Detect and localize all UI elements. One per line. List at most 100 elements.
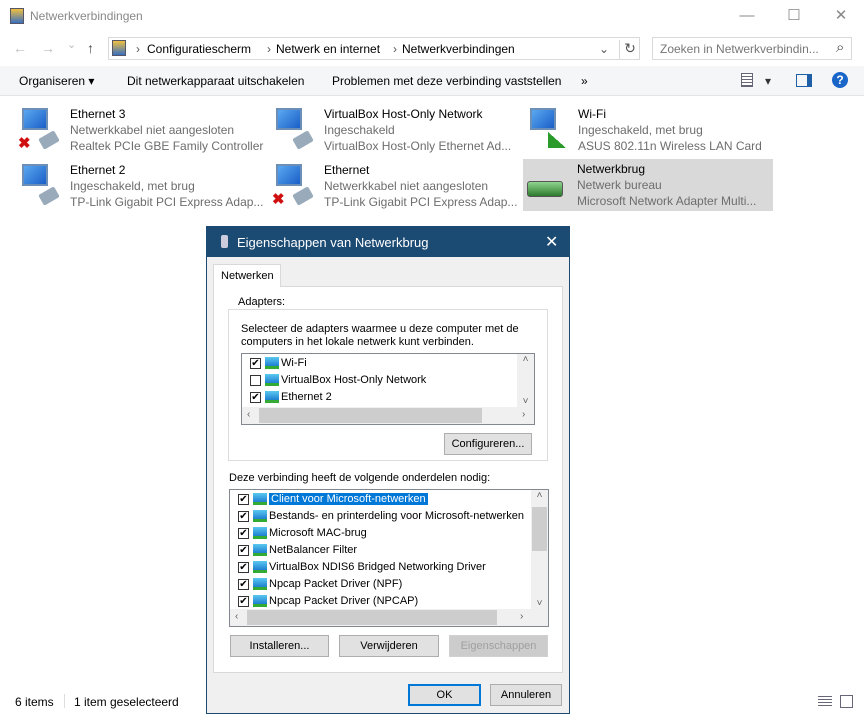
configure-button[interactable]: Configureren... bbox=[444, 433, 532, 455]
scroll-thumb[interactable] bbox=[259, 408, 482, 423]
ethernet-icon bbox=[272, 108, 314, 150]
scroll-down-button[interactable]: ˅ bbox=[517, 396, 534, 407]
connection-ethernet[interactable]: ✖ Ethernet Netwerkkabel niet aangesloten T… bbox=[270, 160, 520, 212]
component-item[interactable]: ✔ VirtualBox NDIS6 Bridged Networking Dri… bbox=[238, 559, 486, 575]
ethernet-disconnected-icon: ✖ bbox=[272, 164, 314, 208]
view-dropdown-button[interactable]: ▾ bbox=[765, 74, 771, 88]
scroll-down-button[interactable]: ˅ bbox=[531, 598, 548, 609]
component-item[interactable]: ✔ Npcap Packet Driver (NPCAP) bbox=[238, 593, 418, 609]
scroll-up-button[interactable]: ˄ bbox=[517, 354, 534, 365]
ethernet-icon bbox=[18, 164, 60, 206]
network-bridge-icon bbox=[221, 235, 228, 248]
refresh-button[interactable]: ↻ bbox=[619, 40, 640, 59]
adapter-item[interactable]: ✔ Ethernet 2 bbox=[250, 389, 332, 405]
component-checkbox[interactable]: ✔ bbox=[238, 493, 249, 505]
breadcrumb-netwerkverbindingen[interactable]: Netwerkverbindingen bbox=[402, 42, 515, 56]
organize-menu[interactable]: Organiseren ▾ bbox=[19, 74, 94, 88]
up-button[interactable]: ↑ bbox=[87, 40, 94, 56]
component-checkbox[interactable]: ✔ bbox=[238, 544, 249, 556]
properties-button[interactable]: Eigenschappen bbox=[449, 635, 548, 657]
scroll-left-button[interactable]: ‹ bbox=[235, 611, 238, 622]
breadcrumb-configuratiescherm[interactable]: Configuratiescherm bbox=[147, 42, 251, 56]
cancel-button[interactable]: Annuleren bbox=[490, 684, 562, 706]
scroll-left-button[interactable]: ‹ bbox=[247, 409, 250, 420]
scroll-up-button[interactable]: ˄ bbox=[531, 490, 548, 501]
component-item[interactable]: ✔ Npcap Packet Driver (NPF) bbox=[238, 576, 402, 592]
connection-status: Ingeschakeld, met brug bbox=[70, 179, 195, 193]
component-checkbox[interactable]: ✔ bbox=[238, 527, 249, 539]
adapter-item[interactable]: ✔ Wi-Fi bbox=[250, 355, 307, 371]
component-label: Microsoft MAC-brug bbox=[269, 527, 367, 539]
preview-pane-icon[interactable] bbox=[796, 74, 812, 87]
search-input[interactable]: Zoeken in Netwerkverbindin... ⌕ bbox=[652, 37, 852, 60]
minimize-button[interactable]: — bbox=[724, 2, 770, 30]
connection-status: Netwerk bureau bbox=[577, 178, 662, 192]
tab-netwerken[interactable]: Netwerken bbox=[213, 264, 281, 287]
connection-name: VirtualBox Host-Only Network bbox=[324, 107, 483, 121]
change-view-icon[interactable] bbox=[741, 73, 753, 87]
connection-status: Netwerkkabel niet aangesloten bbox=[70, 123, 235, 137]
selected-count: 1 item geselecteerd bbox=[74, 695, 179, 709]
search-icon: ⌕ bbox=[836, 39, 845, 56]
adapters-list[interactable]: ✔ Wi-Fi VirtualBox Host-Only Network ✔ Eth… bbox=[241, 353, 535, 425]
dialog-close-button[interactable]: ✕ bbox=[545, 232, 558, 252]
components-label: Deze verbinding heeft de volgende onderd… bbox=[229, 472, 491, 484]
maximize-button[interactable]: ☐ bbox=[771, 2, 817, 30]
adapter-checkbox[interactable]: ✔ bbox=[250, 391, 261, 403]
adapter-item[interactable]: VirtualBox Host-Only Network bbox=[250, 372, 426, 388]
connection-device: TP-Link Gigabit PCI Express Adap... bbox=[70, 195, 264, 209]
component-item[interactable]: ✔ Client voor Microsoft-netwerken bbox=[238, 491, 428, 507]
network-service-icon bbox=[253, 510, 267, 523]
component-item[interactable]: ✔ Microsoft MAC-brug bbox=[238, 525, 367, 541]
component-checkbox[interactable]: ✔ bbox=[238, 595, 249, 607]
connection-wifi[interactable]: Wi-Fi Ingeschakeld, met brug ASUS 802.11n … bbox=[524, 104, 774, 156]
component-item[interactable]: ✔ Bestands- en printerdeling voor Microso… bbox=[238, 508, 524, 524]
component-item[interactable]: ✔ NetBalancer Filter bbox=[238, 542, 357, 558]
horizontal-scrollbar[interactable]: ‹ › bbox=[242, 407, 534, 424]
breadcrumb-separator: › bbox=[267, 42, 271, 56]
component-checkbox[interactable]: ✔ bbox=[238, 561, 249, 573]
install-button[interactable]: Installeren... bbox=[230, 635, 329, 657]
disable-device-button[interactable]: Dit netwerkapparaat uitschakelen bbox=[127, 74, 304, 88]
connection-device: VirtualBox Host-Only Ethernet Ad... bbox=[324, 139, 512, 153]
component-label: Npcap Packet Driver (NPF) bbox=[269, 578, 403, 590]
connection-device: Realtek PCIe GBE Family Controller bbox=[70, 139, 264, 153]
forward-button[interactable]: → bbox=[41, 40, 55, 56]
breadcrumb-netwerk-internet[interactable]: Netwerk en internet bbox=[276, 42, 380, 56]
ok-button[interactable]: OK bbox=[408, 684, 481, 706]
component-checkbox[interactable]: ✔ bbox=[238, 510, 249, 522]
components-list[interactable]: ✔ Client voor Microsoft-netwerken ✔ Bestan… bbox=[229, 489, 549, 627]
adapter-checkbox[interactable] bbox=[250, 374, 261, 386]
connection-ethernet-3[interactable]: ✖ Ethernet 3 Netwerkkabel niet aangeslote… bbox=[16, 104, 266, 156]
connection-ethernet-2[interactable]: Ethernet 2 Ingeschakeld, met brug TP-Link … bbox=[16, 160, 266, 212]
vertical-scrollbar[interactable]: ˄ ˅ bbox=[517, 354, 534, 407]
component-label: Npcap Packet Driver (NPCAP) bbox=[269, 595, 419, 607]
close-button[interactable]: ✕ bbox=[818, 2, 864, 30]
back-button[interactable]: ← bbox=[13, 40, 27, 56]
horizontal-scrollbar[interactable]: ‹ › bbox=[230, 609, 548, 626]
address-bar[interactable]: › Configuratiescherm › Netwerk en intern… bbox=[108, 37, 640, 60]
search-placeholder: Zoeken in Netwerkverbindin... bbox=[660, 42, 819, 56]
scroll-right-button[interactable]: › bbox=[522, 409, 525, 420]
connection-netwerkbrug[interactable]: Netwerkbrug Netwerk bureau Microsoft Netwo… bbox=[523, 159, 773, 211]
connection-status: Netwerkkabel niet aangesloten bbox=[324, 179, 489, 193]
connection-name: Ethernet bbox=[324, 163, 370, 177]
large-icons-view-icon[interactable] bbox=[840, 695, 853, 708]
adapter-checkbox[interactable]: ✔ bbox=[250, 357, 261, 369]
help-icon[interactable]: ? bbox=[832, 72, 848, 88]
scroll-thumb[interactable] bbox=[532, 507, 547, 551]
scroll-right-button[interactable]: › bbox=[520, 611, 523, 622]
connection-virtualbox[interactable]: VirtualBox Host-Only Network Ingeschakeld… bbox=[270, 104, 520, 156]
address-dropdown-button[interactable]: ⌄ bbox=[599, 42, 609, 56]
control-panel-icon bbox=[112, 40, 126, 56]
recent-locations-button[interactable]: ⌄ bbox=[67, 38, 76, 51]
details-view-icon[interactable] bbox=[818, 696, 832, 707]
vertical-scrollbar[interactable]: ˄ ˅ bbox=[531, 490, 548, 609]
scroll-thumb[interactable] bbox=[247, 610, 497, 625]
adapter-label: Ethernet 2 bbox=[281, 391, 332, 403]
remove-button[interactable]: Verwijderen bbox=[339, 635, 439, 657]
component-checkbox[interactable]: ✔ bbox=[238, 578, 249, 590]
more-commands-button[interactable]: » bbox=[581, 74, 588, 88]
item-count: 6 items bbox=[15, 695, 54, 709]
diagnose-button[interactable]: Problemen met deze verbinding vaststelle… bbox=[332, 74, 561, 88]
